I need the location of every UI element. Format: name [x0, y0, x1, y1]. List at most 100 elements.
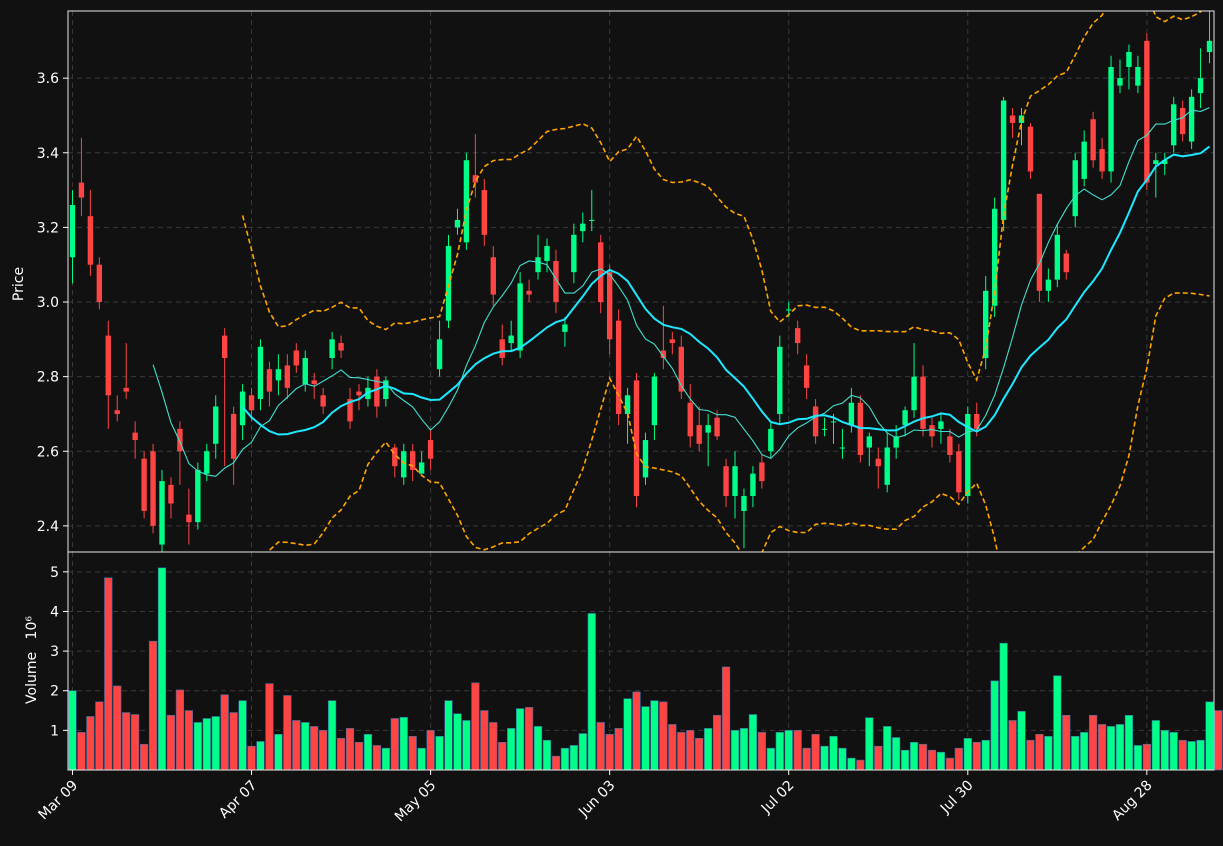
candle-body: [571, 234, 577, 273]
volume-bar: [587, 613, 596, 771]
volume-bar: [283, 695, 292, 771]
volume-bar: [345, 728, 355, 771]
candle-body: [1144, 40, 1150, 183]
candle-body: [1171, 104, 1177, 146]
volume-bar: [104, 577, 113, 771]
candle-body: [320, 395, 326, 407]
volume-bar: [1214, 710, 1223, 771]
volume-bar: [166, 715, 176, 771]
candle-body: [1206, 40, 1213, 53]
candle-body: [168, 484, 174, 504]
candle-body: [866, 436, 872, 448]
volume-bar: [784, 730, 793, 771]
volume-bar: [524, 707, 534, 771]
volume-bar: [1187, 741, 1196, 771]
volume-bar: [892, 737, 901, 771]
volume-axis-label-text: Volume: [24, 652, 40, 704]
candle-body: [1081, 141, 1087, 179]
volume-bar: [811, 734, 820, 771]
candle-body: [1072, 160, 1078, 217]
volume-bar: [596, 722, 605, 771]
candle-body: [741, 496, 747, 511]
candle-body: [141, 458, 147, 511]
volume-bar: [480, 710, 489, 771]
volume-bar: [193, 722, 202, 771]
volume-tick-label: 4: [50, 604, 59, 620]
candle-body: [248, 395, 255, 411]
volume-bar: [113, 685, 122, 771]
candle-body: [938, 421, 944, 429]
candle-body: [929, 425, 935, 437]
volume-bar: [399, 716, 408, 771]
candle-body: [902, 410, 908, 426]
volume-bar: [999, 642, 1008, 771]
volume-bar: [1169, 732, 1178, 771]
volume-bar: [390, 718, 399, 771]
volume-bar: [927, 749, 937, 771]
volume-bar: [1089, 715, 1098, 771]
candle-body: [544, 246, 550, 261]
candle-body: [114, 410, 120, 414]
candle-body: [911, 376, 917, 411]
volume-bar: [865, 717, 874, 771]
candle-body: [920, 376, 926, 429]
volume-bar: [489, 722, 498, 771]
volume-bar: [301, 722, 310, 771]
candle-body: [696, 425, 702, 444]
volume-bar: [328, 700, 337, 771]
volume-bar: [256, 741, 265, 771]
candle-body: [848, 402, 855, 426]
candle-body: [78, 182, 85, 198]
volume-bar: [86, 716, 95, 771]
volume-bar: [211, 716, 220, 771]
candle-body: [839, 447, 846, 449]
candle-body: [338, 343, 344, 351]
volume-bar: [856, 759, 865, 771]
candle-body: [1036, 193, 1043, 291]
candle-body: [275, 369, 282, 381]
candle-body: [535, 257, 541, 273]
candle-body: [311, 380, 317, 385]
candle-body: [517, 283, 523, 351]
volume-bar: [363, 734, 373, 771]
candle-body: [490, 257, 496, 295]
volume-bar: [1160, 730, 1169, 771]
candle-body: [669, 339, 676, 344]
candle-body: [759, 462, 765, 482]
candle-body: [284, 365, 291, 388]
candle-body: [732, 466, 738, 497]
candle-body: [1108, 66, 1114, 172]
volume-bar: [498, 741, 507, 771]
volume-bar: [184, 710, 193, 771]
volume-bar: [551, 755, 561, 771]
candle-body: [1054, 234, 1061, 280]
candle-body: [642, 440, 649, 478]
candle-body: [812, 406, 819, 437]
volume-tick-label: 5: [50, 565, 59, 581]
volume-bar: [874, 745, 883, 771]
price-axis-label: Price: [11, 267, 27, 301]
volume-bar: [847, 757, 856, 771]
volume-bar: [175, 689, 185, 771]
candle-body: [499, 339, 505, 358]
candle-body: [69, 205, 76, 258]
volume-axis-exponent: 10⁶: [24, 616, 40, 640]
volume-bar: [139, 743, 149, 771]
candle-body: [105, 335, 111, 396]
volume-bar: [560, 747, 570, 771]
volume-bar: [274, 734, 283, 771]
volume-bar: [936, 751, 946, 771]
volume-bar: [1062, 715, 1071, 771]
volume-bar: [1017, 711, 1026, 771]
candle-body: [947, 436, 953, 455]
candle-body: [96, 264, 103, 303]
volume-bar: [1097, 724, 1107, 771]
volume-bar: [426, 730, 435, 771]
volume-bar: [1151, 720, 1160, 771]
volume-bar: [542, 739, 552, 771]
volume-bar: [507, 728, 516, 771]
candle-body: [1153, 160, 1159, 164]
volume-bar: [766, 747, 775, 771]
candle-body: [329, 339, 335, 358]
candle-body: [562, 324, 568, 332]
